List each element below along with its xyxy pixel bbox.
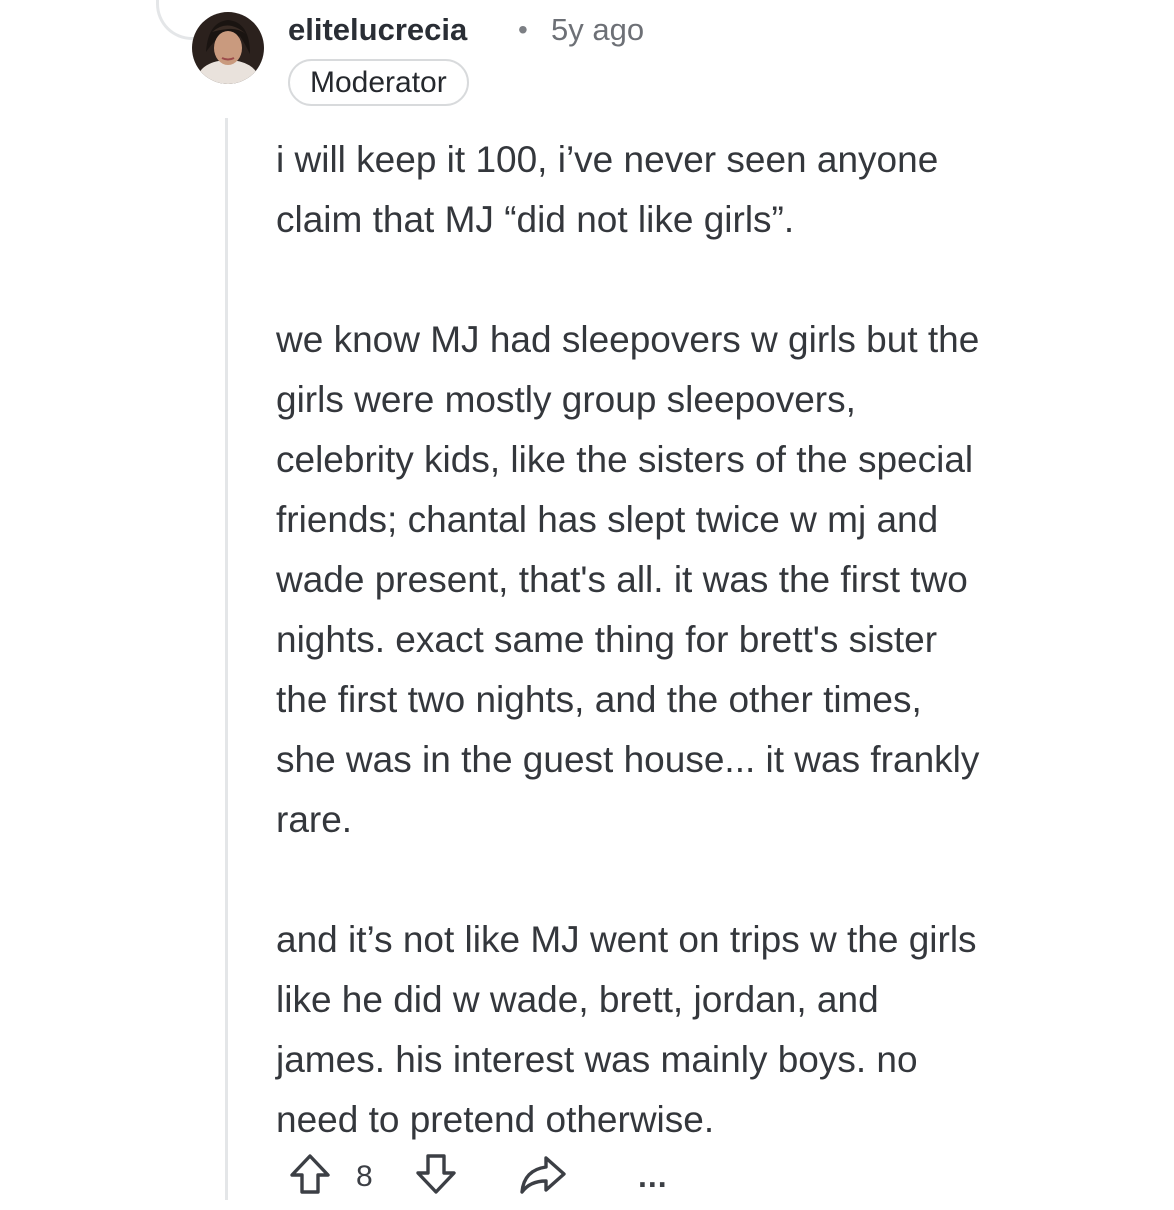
- more-options-icon[interactable]: ...: [638, 1158, 668, 1195]
- vote-count: 8: [356, 1160, 373, 1193]
- share-arrow-icon[interactable]: [514, 1150, 570, 1203]
- downvote-arrow-icon[interactable]: [412, 1150, 460, 1203]
- avatar[interactable]: [192, 12, 264, 84]
- comment-author[interactable]: elitelucrecia: [288, 12, 467, 48]
- comment-timestamp: 5y ago: [551, 12, 645, 47]
- comment-paragraph: and it’s not like MJ went on trips w the…: [276, 919, 977, 1140]
- comment-paragraph: i will keep it 100, i’ve never seen anyo…: [276, 139, 939, 240]
- meta-separator: •: [518, 14, 528, 45]
- moderator-badge: Moderator: [288, 59, 469, 106]
- thread-line[interactable]: [225, 118, 228, 1200]
- comment-body: i will keep it 100, i’ve never seen anyo…: [276, 130, 1126, 1210]
- comment-paragraph: we know MJ had sleepovers w girls but th…: [276, 319, 980, 840]
- upvote-arrow-icon[interactable]: [286, 1150, 334, 1203]
